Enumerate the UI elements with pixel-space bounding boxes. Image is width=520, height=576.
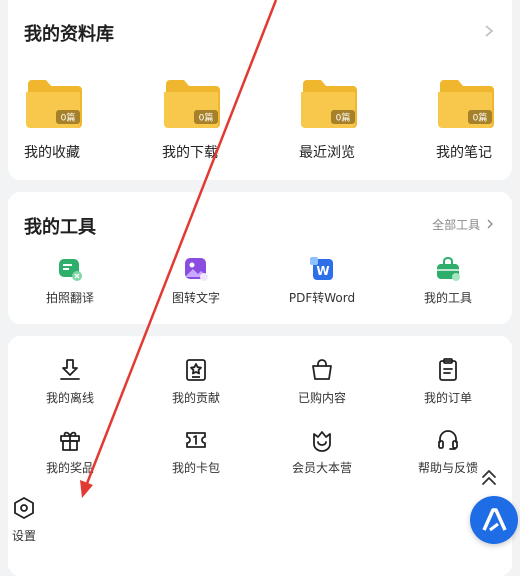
services-card: 我的离线 我的贡献 已购内容 我的订单 我的奖品 我的卡包 会员大本营 帮助与反… (8, 336, 512, 576)
service-label: 已购内容 (297, 391, 346, 405)
tool-pdf-to-word[interactable]: W PDF转Word (266, 256, 376, 316)
settings-hexagon-icon (14, 497, 34, 519)
pdf-to-word-icon: W (310, 257, 333, 280)
service-card-wallet[interactable]: 我的卡包 (140, 428, 250, 484)
service-prizes[interactable]: 我的奖品 (14, 428, 124, 484)
contribution-icon (186, 359, 206, 381)
service-label: 我的卡包 (171, 461, 220, 475)
folder-icon: 0篇 (301, 80, 357, 128)
tool-label: PDF转Word (288, 291, 356, 305)
folder-count: 0篇 (199, 112, 214, 124)
service-label: 我的订单 (423, 391, 472, 405)
folder-label: 我的收藏 (24, 145, 80, 161)
tool-label: 拍照翻译 (45, 291, 94, 305)
assistant-logo-icon (482, 508, 507, 532)
service-offline[interactable]: 我的离线 (14, 358, 124, 414)
svg-text:W: W (316, 264, 329, 278)
image-to-text-icon (185, 258, 208, 281)
service-contribution[interactable]: 我的贡献 (140, 358, 250, 414)
folder-icon: 0篇 (26, 80, 82, 128)
all-tools-label: 全部工具 (432, 218, 481, 232)
ai-assistant-button[interactable] (470, 496, 518, 544)
member-smile-icon (313, 431, 331, 452)
tool-label: 我的工具 (423, 291, 472, 305)
library-title: 我的资料库 (24, 24, 114, 45)
folder-label: 我的下载 (162, 145, 218, 161)
folder-label: 最近浏览 (299, 145, 355, 161)
service-label: 我的贡献 (171, 391, 220, 405)
photo-translate-icon (59, 259, 82, 281)
folder-count: 0篇 (336, 112, 351, 124)
service-orders[interactable]: 我的订单 (392, 358, 502, 414)
gift-icon (60, 431, 80, 451)
service-label: 会员大本营 (291, 461, 352, 475)
shopping-bag-icon (312, 359, 332, 380)
all-tools-link[interactable]: 全部工具 (432, 216, 494, 233)
headset-icon (438, 430, 458, 450)
library-card: 我的资料库 0篇 我的收藏 0篇 我的下载 0篇 最近浏览 0篇 我的笔记 (8, 0, 512, 180)
card-ticket-icon (186, 432, 206, 448)
chevron-right-icon (487, 219, 493, 229)
service-purchased[interactable]: 已购内容 (266, 358, 376, 414)
folder-icon: 0篇 (438, 80, 494, 128)
tools-title: 我的工具 (24, 217, 96, 238)
offline-download-icon (60, 359, 80, 380)
toolbox-icon (437, 257, 460, 281)
service-settings[interactable]: 设置 (0, 496, 78, 552)
service-label: 设置 (11, 529, 36, 543)
folder-count: 0篇 (61, 112, 76, 124)
tool-label: 图转文字 (171, 291, 220, 305)
folder-icon: 0篇 (164, 80, 220, 128)
order-clipboard-icon (439, 358, 457, 381)
scroll-to-top-icon[interactable] (476, 468, 502, 488)
folder-count: 0篇 (473, 112, 488, 124)
folder-row: 0篇 我的收藏 0篇 我的下载 0篇 最近浏览 0篇 我的笔记 (8, 72, 512, 172)
tools-card: 我的工具 全部工具 拍照翻译 图转文字 W PDF转Word 我的工具 (8, 192, 512, 324)
service-label: 我的离线 (45, 391, 94, 405)
service-member-camp[interactable]: 会员大本营 (266, 428, 376, 484)
service-label: 我的奖品 (45, 461, 94, 475)
chevron-right-icon[interactable] (482, 24, 496, 38)
tool-my-tools[interactable]: 我的工具 (392, 256, 502, 316)
tool-photo-translate[interactable]: 拍照翻译 (14, 256, 124, 316)
folder-label: 我的笔记 (436, 145, 492, 161)
tool-image-to-text[interactable]: 图转文字 (140, 256, 250, 316)
